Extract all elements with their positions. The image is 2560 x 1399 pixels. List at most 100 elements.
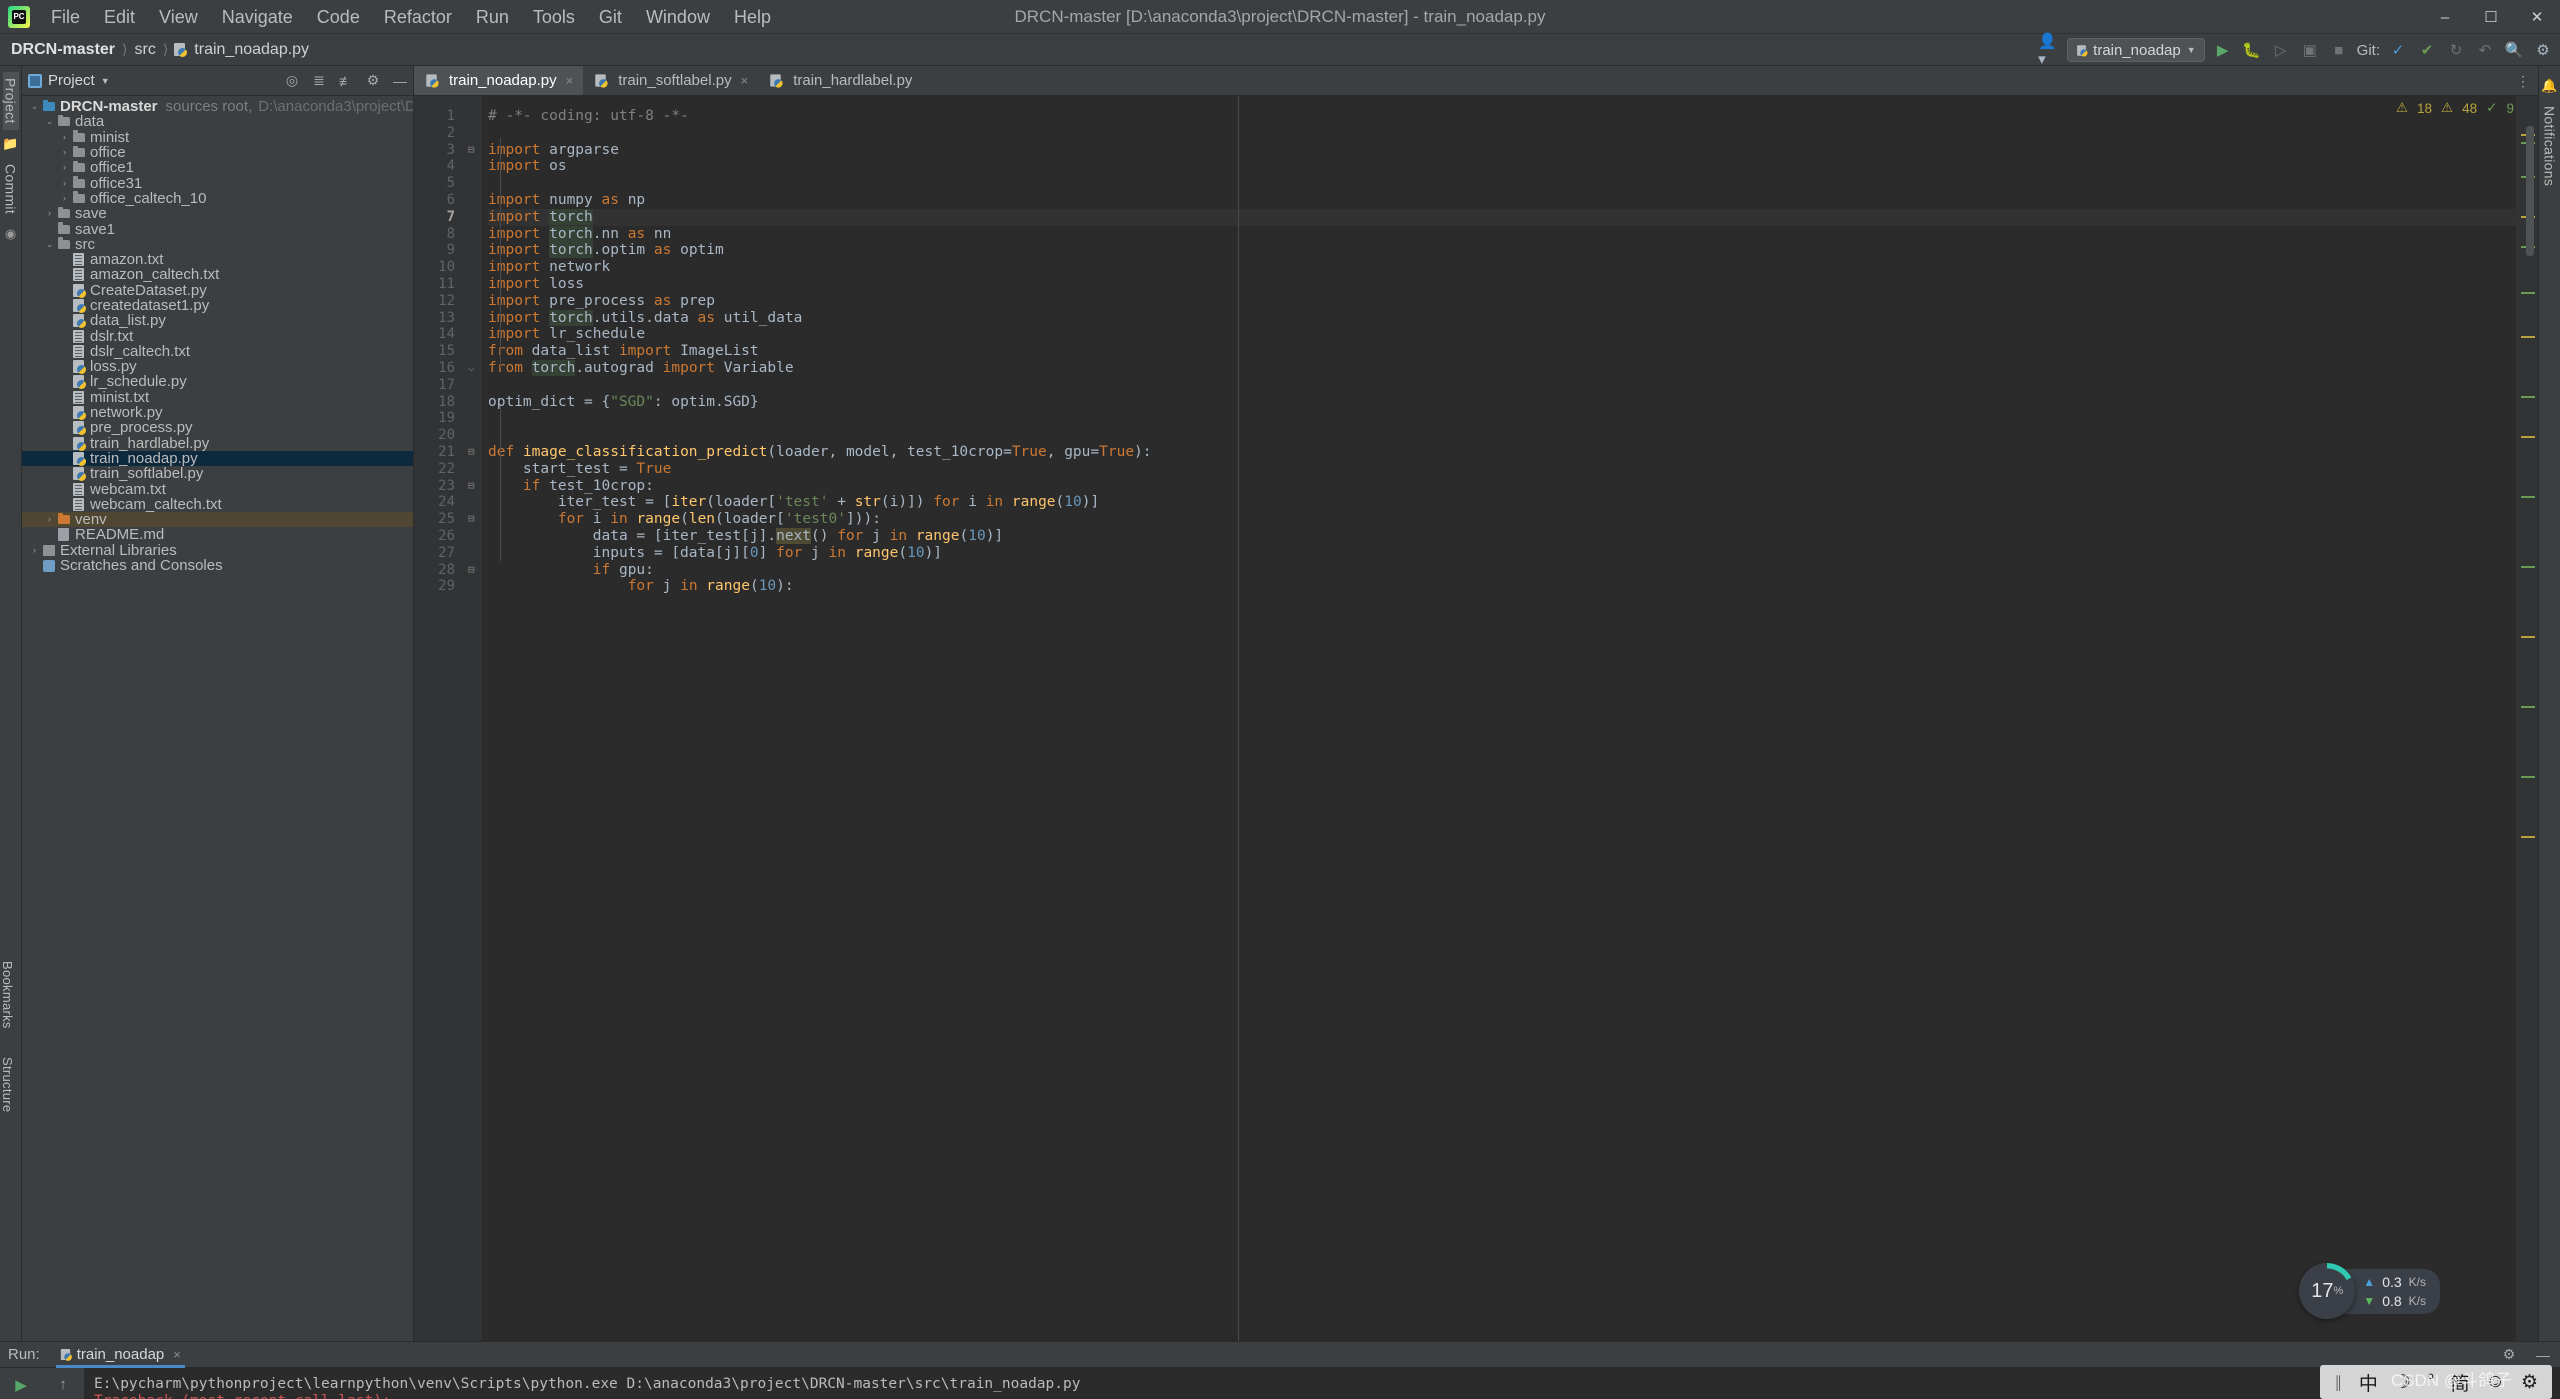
tree-item[interactable]: › External Libraries [22, 543, 413, 558]
code-line[interactable]: for j in range(10): [488, 578, 2516, 595]
editor-tab[interactable]: train_softlabel.py × [583, 66, 758, 95]
close-button[interactable]: ✕ [2514, 0, 2560, 34]
code-line[interactable]: from data_list import ImageList [488, 343, 2516, 360]
info-marker[interactable] [2521, 706, 2535, 708]
code-line[interactable]: data = [iter_test[j].next() for j in ran… [488, 527, 2516, 545]
chevron-down-icon[interactable]: ⌄ [43, 237, 56, 252]
menu-git[interactable]: Git [588, 3, 633, 31]
settings-gear-icon[interactable]: ⚙ [2532, 39, 2554, 61]
scroll-up-icon[interactable]: ↑ [59, 1376, 67, 1393]
code-line[interactable]: import torch.utils.data as util_data [488, 309, 2516, 327]
code-line[interactable]: def image_classification_predict(loader,… [488, 444, 2516, 461]
editor-scrollbar-thumb[interactable] [2526, 126, 2534, 256]
code-line[interactable]: import torch.optim as optim [488, 242, 2516, 259]
menu-run[interactable]: Run [465, 3, 520, 31]
tree-item[interactable]: webcam_caltech.txt [22, 497, 413, 512]
code-line[interactable] [488, 427, 2516, 444]
code-line[interactable]: inputs = [data[j][0] for j in range(10)] [488, 545, 2516, 562]
ime-simplified-icon[interactable]: 简 [2451, 1369, 2470, 1396]
breadcrumb-file[interactable]: train_noadap.py [191, 41, 312, 59]
code-line[interactable]: for i in range(len(loader['test0'])): [488, 511, 2516, 528]
menu-file[interactable]: File [40, 3, 91, 31]
profile-icon[interactable]: ▣ [2299, 39, 2321, 61]
menu-tools[interactable]: Tools [522, 3, 586, 31]
code-line[interactable]: import numpy as np [488, 192, 2516, 209]
fold-marker[interactable]: ⊟ [464, 444, 482, 461]
menu-help[interactable]: Help [723, 3, 782, 31]
tree-item[interactable]: ⌄ data [22, 114, 413, 129]
code-folding-gutter[interactable]: ⊟ ⌵ ⊟ ⊟ ⊟ ⊟ [464, 96, 482, 1341]
tree-item[interactable]: › office1 [22, 160, 413, 175]
inspection-marker-strip[interactable] [2516, 96, 2538, 1341]
code-line[interactable]: optim_dict = {"SGD": optim.SGD} [488, 394, 2516, 411]
tool-window-bookmarks[interactable]: Bookmarks [0, 955, 15, 1035]
notifications-icon[interactable]: 🔔 [2541, 78, 2557, 94]
code-text[interactable]: # -*- coding: utf-8 -*- import argparse i… [482, 96, 2516, 1341]
folder-icon[interactable]: 📁 [2, 136, 18, 152]
chevron-right-icon[interactable]: › [58, 160, 71, 175]
maximize-button[interactable]: ☐ [2468, 0, 2514, 34]
tree-item[interactable]: dslr.txt [22, 328, 413, 344]
menu-edit[interactable]: Edit [93, 3, 146, 31]
run-icon[interactable]: ▶ [2212, 39, 2234, 61]
performance-widget[interactable]: 17% ▲ 0.3 K/s ▼ 0.8 K/s [2299, 1263, 2440, 1319]
tree-item[interactable]: README.md [22, 527, 413, 542]
chevron-right-icon[interactable]: › [58, 191, 71, 206]
code-line[interactable]: start_test = True [488, 461, 2516, 478]
code-line[interactable]: if gpu: [488, 562, 2516, 579]
menu-refactor[interactable]: Refactor [373, 3, 463, 31]
warning-marker[interactable] [2521, 636, 2535, 638]
fold-marker[interactable]: ⊟ [464, 478, 482, 495]
tree-item[interactable]: pre_process.py [22, 420, 413, 436]
stop-icon[interactable]: ■ [2328, 39, 2350, 61]
code-line[interactable]: import torch [488, 208, 2516, 226]
code-line[interactable] [488, 377, 2516, 394]
run-console-output[interactable]: E:\pycharm\pythonproject\learnpython\ven… [84, 1368, 2560, 1399]
chevron-right-icon[interactable]: › [28, 543, 41, 558]
chevron-down-icon[interactable]: ▼ [101, 76, 110, 86]
fold-marker[interactable]: ⊟ [464, 562, 482, 579]
chevron-right-icon[interactable]: › [58, 176, 71, 191]
menu-window[interactable]: Window [635, 3, 721, 31]
code-line[interactable]: import torch.nn as nn [488, 225, 2516, 243]
code-line[interactable]: # -*- coding: utf-8 -*- [488, 108, 2516, 125]
settings-gear-icon[interactable]: ⚙ [2500, 1346, 2518, 1363]
settings-gear-icon[interactable]: ⚙ [364, 72, 382, 89]
chevron-down-icon[interactable]: ⌄ [43, 114, 56, 129]
menu-view[interactable]: View [148, 3, 209, 31]
tree-item[interactable]: loss.py [22, 359, 413, 375]
close-icon[interactable]: × [173, 1347, 181, 1362]
fold-marker[interactable]: ⊟ [464, 142, 482, 159]
tree-item[interactable]: ⌄ src [22, 237, 413, 252]
chevron-right-icon[interactable]: › [43, 206, 56, 221]
breadcrumb-src[interactable]: src [132, 41, 159, 59]
code-line[interactable]: if test_10crop: [488, 478, 2516, 495]
tree-item[interactable]: › minist [22, 130, 413, 145]
tree-item[interactable]: train_softlabel.py [22, 466, 413, 482]
ime-emoji-icon[interactable]: ☺ [2486, 1371, 2505, 1393]
code-line[interactable] [488, 125, 2516, 142]
inspection-summary[interactable]: ⚠ 18 ⚠ 48 ✓ 9 [2396, 100, 2514, 116]
chevron-down-icon[interactable]: ⌄ [28, 99, 41, 114]
code-line[interactable]: from torch.autograd import Variable [488, 359, 2516, 377]
run-configuration-selector[interactable]: train_noadap ▼ [2067, 38, 2205, 62]
more-tabs-icon[interactable]: ⋮ [2514, 73, 2532, 90]
search-icon[interactable]: 🔍 [2503, 39, 2525, 61]
tree-item[interactable]: › office [22, 145, 413, 160]
tool-window-notifications[interactable]: Notifications [2542, 100, 2558, 192]
code-line[interactable] [488, 175, 2516, 192]
expand-all-icon[interactable]: ≣ [310, 72, 328, 89]
editor-tab[interactable]: train_hardlabel.py [758, 66, 922, 95]
code-line[interactable]: import pre_process as prep [488, 293, 2516, 310]
collapse-all-icon[interactable]: ≢ [337, 73, 355, 89]
project-tree[interactable]: ⌄ DRCN-master sources root, D:\anaconda3\pr… [22, 96, 413, 1341]
tree-item[interactable]: webcam.txt [22, 481, 413, 497]
ime-moon-icon[interactable]: ☽ [2394, 1371, 2411, 1394]
warning-marker[interactable] [2521, 836, 2535, 838]
editor-tabs[interactable]: train_noadap.py × train_softlabel.py × train… [414, 66, 2538, 96]
fold-marker[interactable]: ⊟ [464, 511, 482, 528]
tree-item[interactable]: › venv [22, 512, 413, 528]
minimize-button[interactable]: – [2422, 0, 2468, 34]
git-update-icon[interactable]: ✓ [2387, 39, 2409, 61]
code-line[interactable]: import lr_schedule [488, 326, 2516, 343]
